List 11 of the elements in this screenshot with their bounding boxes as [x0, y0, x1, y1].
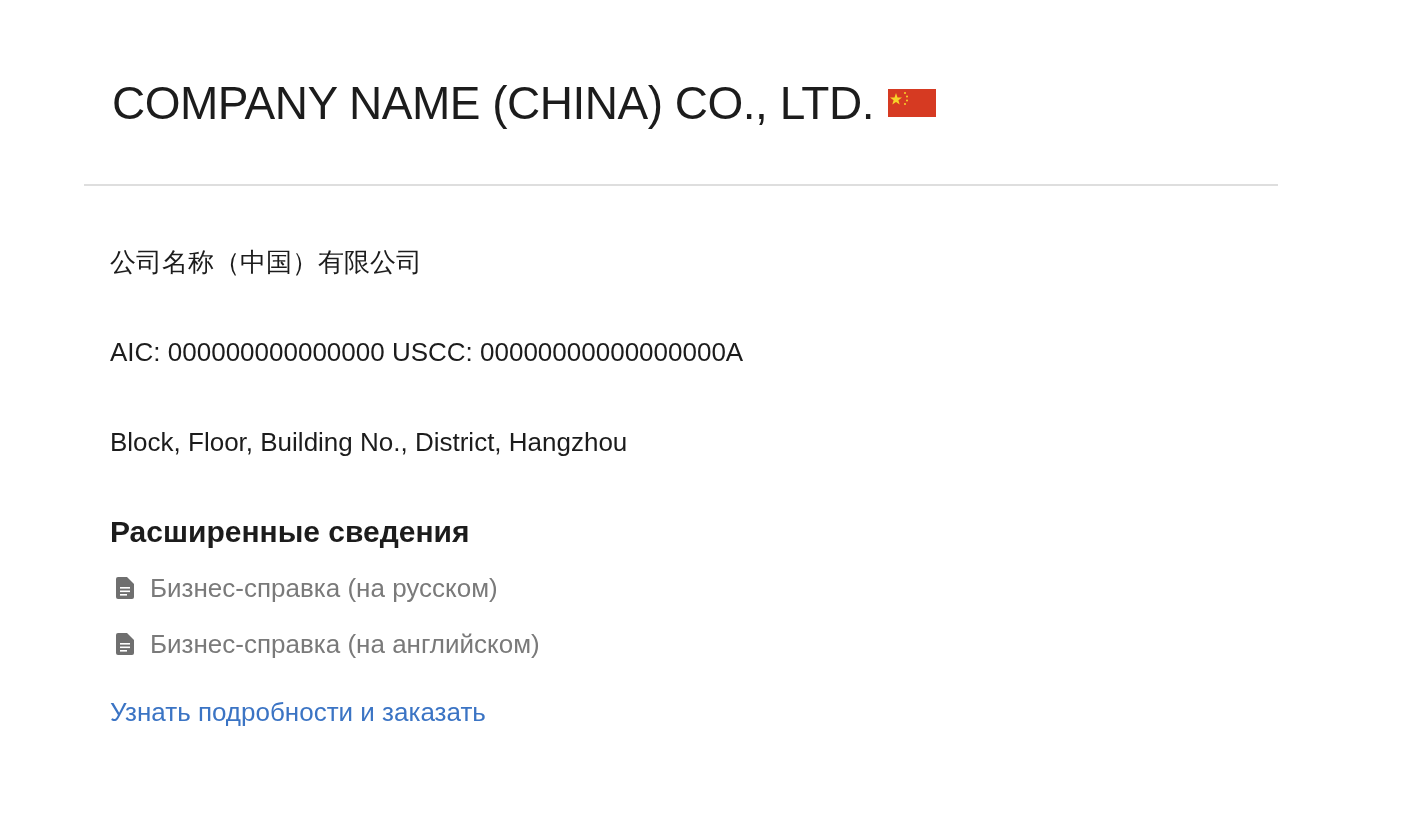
document-link[interactable]: Бизнес-справка (на русском): [150, 571, 498, 605]
company-title: COMPANY NAME (CHINA) CO., LTD.: [112, 76, 874, 131]
flag-icon: [887, 89, 936, 117]
document-link[interactable]: Бизнес-справка (на английском): [150, 627, 540, 661]
local-company-name: 公司名称（中国）有限公司: [110, 246, 423, 279]
registration-numbers: AIC: 000000000000000 USCC: 00000000000000000A: [110, 336, 745, 369]
company-address: Block, Floor, Building No., District, Hangzhou: [110, 426, 629, 459]
document-icon: [116, 633, 134, 655]
document-icon: [116, 577, 134, 599]
order-link[interactable]: Узнать подробности и заказать: [110, 695, 486, 729]
section-heading: Расширенные сведения: [110, 514, 471, 550]
